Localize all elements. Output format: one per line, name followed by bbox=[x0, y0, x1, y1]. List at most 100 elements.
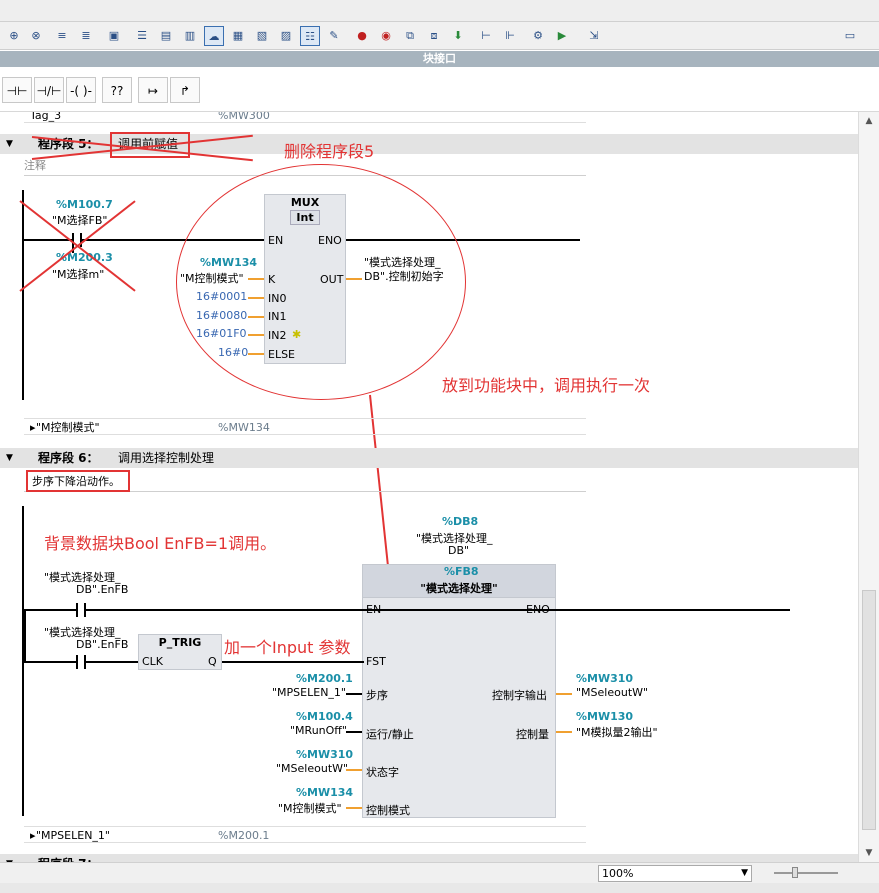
scroll-up-icon[interactable]: ▲ bbox=[861, 114, 877, 128]
zoom-slider[interactable] bbox=[774, 872, 838, 874]
move-to-fb-note: 放到功能块中，调用执行一次 bbox=[442, 376, 651, 395]
scroll-thumb[interactable] bbox=[862, 590, 876, 830]
tag-row-mpselen: ▸ "MPSELEN_1" %M200.1 bbox=[24, 826, 586, 843]
db-name-2[interactable]: DB" bbox=[448, 544, 469, 557]
network-7-header[interactable]: ▼ 程序段 7： bbox=[0, 854, 858, 862]
delete-network-icon[interactable]: ⊗ bbox=[26, 26, 46, 46]
fb-fst-pin: FST bbox=[366, 655, 386, 668]
input-mode-wire bbox=[346, 807, 362, 809]
network-6-header[interactable]: ▼ 程序段 6： 调用选择控制处理 bbox=[0, 448, 858, 468]
ptrig-title: P_TRIG bbox=[158, 636, 202, 649]
chevron-down-icon[interactable]: ▼ bbox=[741, 866, 748, 881]
fb-control-word-pin: 控制字输出 bbox=[492, 689, 547, 702]
block-interface-bar[interactable]: 块接口 bbox=[0, 51, 879, 67]
open-block-icon[interactable]: ▣ bbox=[104, 26, 124, 46]
settings-icon[interactable]: ▶ bbox=[552, 26, 572, 46]
empty-box-button[interactable]: ?? bbox=[102, 77, 132, 103]
fb-step-pin: 步序 bbox=[366, 689, 388, 702]
window-top-strip bbox=[0, 0, 879, 22]
close-all-icon[interactable]: ▥ bbox=[180, 26, 200, 46]
network-6-label: 程序段 6： bbox=[38, 451, 99, 465]
input-status-address: %MW310 bbox=[296, 748, 354, 761]
add-row-icon[interactable]: ≣ bbox=[76, 26, 96, 46]
tag-info-icon[interactable]: ✎ bbox=[324, 26, 344, 46]
input-run-name[interactable]: "MRunOff" bbox=[290, 724, 347, 737]
monitor-all-icon[interactable]: ⚙ bbox=[528, 26, 548, 46]
collapse-icon[interactable]: ▼ bbox=[6, 134, 13, 154]
input-status-name[interactable]: "MSeleoutW" bbox=[276, 762, 348, 775]
output-control-value-name[interactable]: "M模拟量2输出" bbox=[576, 724, 658, 740]
insert-row-icon[interactable]: ≡ bbox=[52, 26, 72, 46]
fb-eno-pin: ENO bbox=[526, 603, 550, 616]
zoom-slider-handle[interactable] bbox=[792, 867, 798, 878]
symbolic-operands-icon[interactable]: ▧ bbox=[252, 26, 272, 46]
compare-icon[interactable]: ⧉ bbox=[400, 26, 420, 46]
program-editor[interactable]: Tag_3 %MW300 ▼ 程序段 5： 调用前赋值 删除程序段5 注释 %M… bbox=[0, 112, 858, 862]
input-status-wire bbox=[346, 769, 362, 771]
show-tags-icon[interactable]: ☷ bbox=[300, 26, 320, 46]
tag-address: %MW300 bbox=[218, 112, 270, 122]
contact-enfb-name-2[interactable]: DB".EnFB bbox=[76, 583, 128, 596]
output-control-word-name[interactable]: "MSeleoutW" bbox=[576, 686, 648, 699]
fb-address: %FB8 bbox=[444, 565, 479, 578]
insert-network-icon[interactable]: ⊕ bbox=[4, 26, 24, 46]
collapse-icon[interactable]: ▼ bbox=[6, 854, 13, 862]
goto-next-icon[interactable]: ⬇ bbox=[448, 26, 468, 46]
scroll-down-icon[interactable]: ▼ bbox=[861, 846, 877, 860]
input-step-name[interactable]: "MPSELEN_1" bbox=[272, 686, 346, 699]
close-branch-button[interactable]: ↱ bbox=[170, 77, 200, 103]
panel-toggle-icon[interactable]: ▭ bbox=[840, 26, 860, 46]
contact1-address: %M100.7 bbox=[56, 198, 113, 211]
tag-row-expand-icon[interactable]: ▸ bbox=[30, 419, 36, 436]
output-control-value-wire bbox=[556, 731, 572, 733]
output-control-value-address: %MW130 bbox=[576, 710, 634, 723]
no-contact-button[interactable]: ⊣⊢ bbox=[2, 77, 32, 103]
tag-address: %M200.1 bbox=[218, 829, 270, 842]
absolute-operands-icon[interactable]: ▦ bbox=[228, 26, 248, 46]
call-hierarchy-icon[interactable]: ⊢ bbox=[476, 26, 496, 46]
show-all-icon[interactable]: ☰ bbox=[132, 26, 152, 46]
vertical-scrollbar[interactable]: ▲ ▼ bbox=[858, 112, 879, 862]
fb-mode-pin: 控制模式 bbox=[366, 804, 410, 817]
zoom-select[interactable]: 100% ▼ bbox=[598, 865, 752, 882]
power-rail bbox=[22, 190, 24, 400]
coil-button[interactable]: -( )- bbox=[66, 77, 96, 103]
input-mode-name[interactable]: "M控制模式" bbox=[278, 800, 342, 816]
tag-row-expand-icon[interactable]: ▸ bbox=[30, 827, 36, 844]
input-step-address: %M200.1 bbox=[296, 672, 353, 685]
breakpoint-icon[interactable]: ● bbox=[352, 26, 372, 46]
fb-name: "模式选择处理" bbox=[420, 582, 498, 595]
tag-row-prev: Tag_3 %MW300 bbox=[24, 112, 586, 123]
editor-toolbar: ⊕ ⊗ ≡ ≣ ▣ ☰ ▤ ▥ ☁ ▦ ▧ ▨ ☷ ✎ ● ◉ ⧉ ⧈ ⬇ ⊢ … bbox=[0, 22, 879, 50]
nc-contact-button[interactable]: ⊣/⊢ bbox=[34, 77, 64, 103]
bottom-strip bbox=[0, 883, 879, 893]
db-address: %DB8 bbox=[442, 515, 479, 528]
branch-wire bbox=[24, 609, 26, 663]
export-icon[interactable]: ⇲ bbox=[584, 26, 604, 46]
debug-icon[interactable]: ⊩ bbox=[500, 26, 520, 46]
contact2-name[interactable]: "M选择m" bbox=[52, 266, 104, 282]
tag-name: "M控制模式" bbox=[36, 421, 100, 434]
contact-enfb2-name-2[interactable]: DB".EnFB bbox=[76, 638, 128, 651]
open-branch-button[interactable]: ↦ bbox=[138, 77, 168, 103]
hide-all-icon[interactable]: ▤ bbox=[156, 26, 176, 46]
input-step-wire bbox=[346, 693, 362, 695]
contact-enfb2[interactable] bbox=[76, 655, 86, 669]
favorites-icon[interactable]: ▨ bbox=[276, 26, 296, 46]
collapse-icon[interactable]: ▼ bbox=[6, 448, 13, 468]
input-run-address: %M100.4 bbox=[296, 710, 353, 723]
network-6-title[interactable]: 调用选择控制处理 bbox=[118, 448, 214, 468]
fb-run-pin: 运行/静止 bbox=[366, 728, 414, 741]
tag-row-m-control: ▸ "M控制模式" %MW134 bbox=[24, 418, 586, 435]
ptrig-q-pin: Q bbox=[208, 655, 217, 668]
ptrig-clk-pin: CLK bbox=[142, 655, 164, 668]
comments-icon[interactable]: ☁ bbox=[204, 26, 224, 46]
monitor-icon[interactable]: ◉ bbox=[376, 26, 396, 46]
fb-en-pin: EN bbox=[366, 603, 382, 616]
contact1-name[interactable]: "M选择FB" bbox=[52, 212, 107, 228]
goto-error-icon[interactable]: ⧈ bbox=[424, 26, 444, 46]
input-run-wire bbox=[346, 731, 362, 733]
contact-enfb[interactable] bbox=[76, 603, 86, 617]
output-control-word-wire bbox=[556, 693, 572, 695]
input-mode-address: %MW134 bbox=[296, 786, 354, 799]
